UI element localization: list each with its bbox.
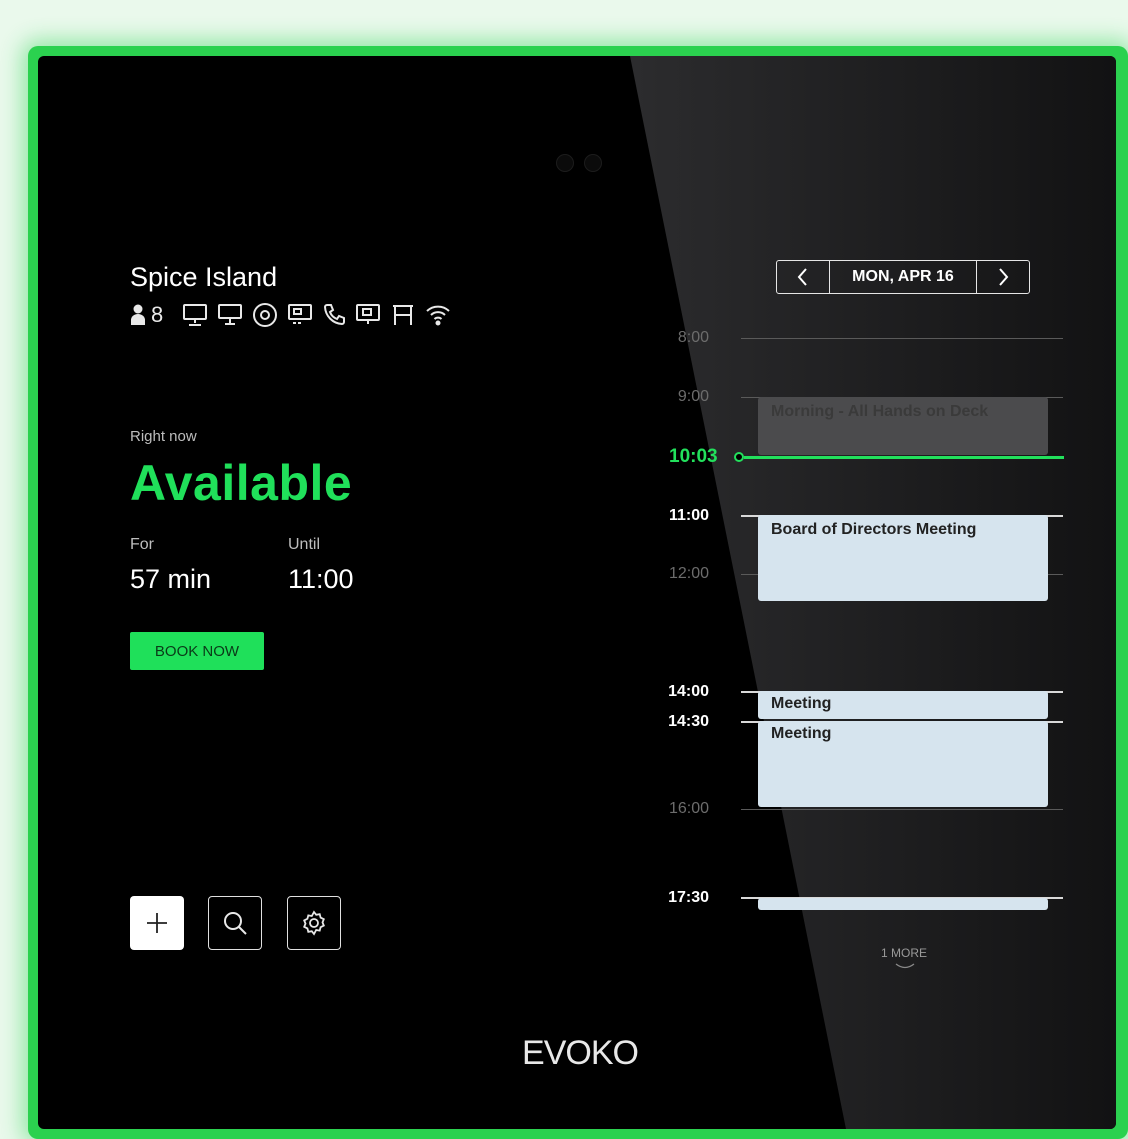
add-booking-button[interactable]	[130, 896, 184, 950]
book-now-button[interactable]: BOOK NOW	[130, 632, 264, 670]
room-capacity: 8	[151, 302, 164, 327]
current-time: 10:03	[669, 446, 718, 467]
person-icon	[130, 303, 146, 327]
timeline-time-label: 11:00	[668, 507, 709, 524]
event-title: Meeting	[771, 725, 832, 742]
more-events-button[interactable]: 1 MORE	[864, 946, 944, 960]
calendar-event[interactable]: Board of Directors Meeting	[758, 515, 1048, 601]
timeline-time-label: 8:00	[677, 329, 709, 346]
event-title: Board of Directors Meeting	[771, 521, 977, 538]
calendar-event[interactable]: Meeting	[758, 691, 1048, 719]
event-title: Meeting	[771, 695, 832, 712]
next-day-button[interactable]	[976, 261, 1029, 293]
room-panel-screen: Spice Island 8 Right now Available For 5…	[38, 56, 1116, 1129]
event-title: Morning - All Hands on Deck	[771, 403, 989, 420]
for-value: 57 min	[130, 564, 212, 594]
calendar-event[interactable]: Meeting	[758, 721, 1048, 807]
timeline-gridline	[741, 338, 1063, 339]
previous-day-button[interactable]	[777, 261, 830, 293]
add-icon	[147, 913, 167, 933]
presentation-icon	[355, 303, 381, 327]
timeline-hour: 8:00	[638, 328, 1116, 348]
timeline-time-label: 9:00	[677, 388, 709, 405]
room-status: Available	[130, 455, 353, 511]
date-navigator: MON, APR 16	[776, 260, 1030, 294]
timeline-gridline	[741, 809, 1063, 810]
chevron-left-icon	[797, 268, 807, 286]
room-name: Spice Island	[130, 262, 278, 292]
phone-icon	[322, 303, 346, 327]
current-date: MON, APR 16	[852, 268, 954, 285]
for-label: For	[130, 536, 154, 553]
search-icon	[224, 912, 247, 935]
current-time-line	[744, 456, 1064, 459]
wifi-icon	[425, 303, 451, 327]
camera-sensor	[556, 154, 574, 172]
timeline-time-label: 14:00	[668, 683, 709, 700]
whiteboard-icon	[390, 303, 416, 327]
video-conference-icon	[287, 303, 313, 327]
amenities-row: 8	[130, 300, 451, 330]
search-button[interactable]	[208, 896, 262, 950]
until-value: 11:00	[288, 564, 354, 594]
calendar-event[interactable]	[758, 898, 1048, 910]
monitor-icon	[182, 303, 208, 327]
current-time-marker	[734, 452, 744, 462]
display-icon	[217, 303, 243, 327]
settings-icon	[303, 910, 325, 936]
calendar-event-past[interactable]: Morning - All Hands on Deck	[758, 397, 1048, 455]
chevron-down-icon	[895, 963, 915, 969]
timeline-time-label: 17:30	[668, 889, 709, 906]
until-label: Until	[288, 536, 321, 553]
timeline-time-label: 14:30	[668, 713, 709, 730]
webcam-icon	[252, 302, 278, 328]
evoko-logo: EVOKO	[522, 1034, 639, 1072]
timeline-time-label: 12:00	[668, 565, 709, 582]
right-now-label: Right now	[130, 428, 197, 445]
chevron-right-icon	[999, 268, 1009, 286]
timeline-time-label: 16:00	[668, 800, 709, 817]
camera-sensor	[584, 154, 602, 172]
settings-button[interactable]	[287, 896, 341, 950]
